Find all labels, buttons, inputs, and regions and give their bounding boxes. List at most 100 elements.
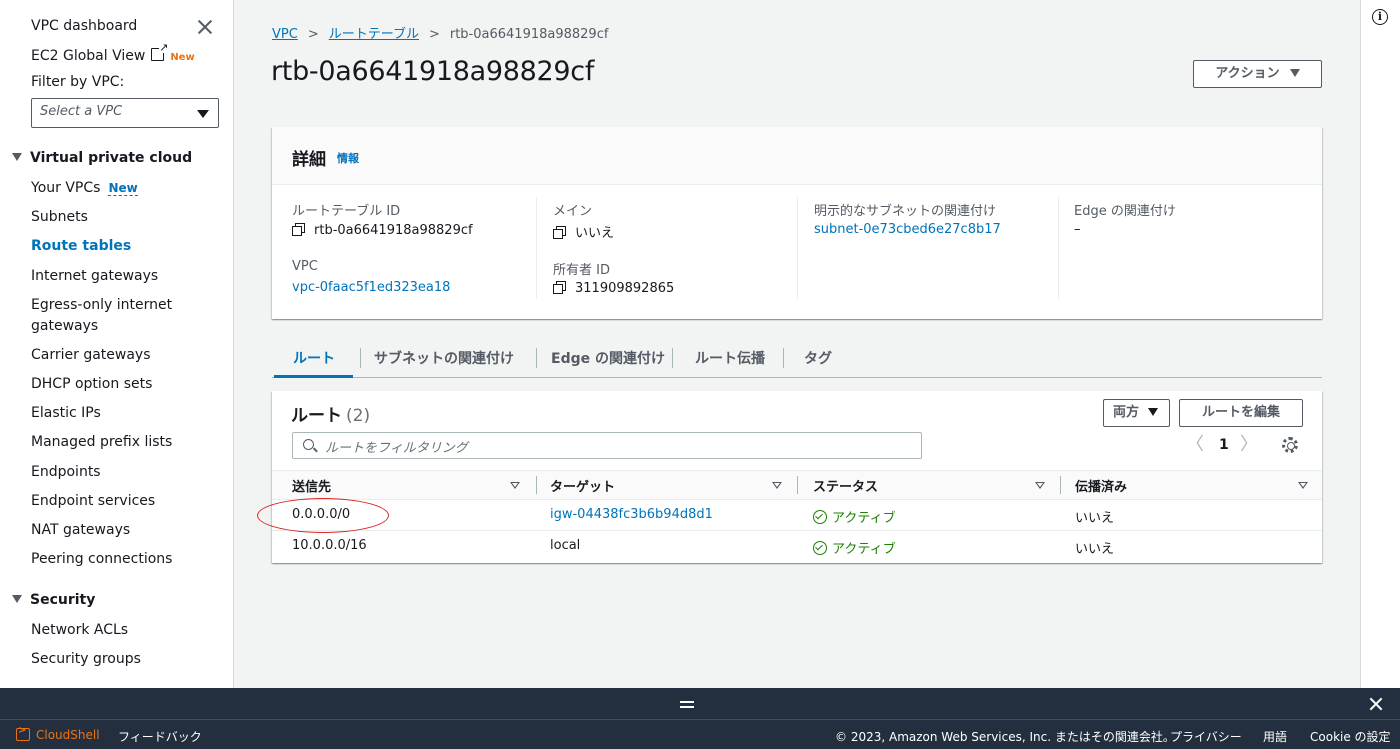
edge-association-label: Edge の関連付け (1074, 204, 1176, 219)
close-icon[interactable] (196, 18, 214, 36)
column-divider[interactable] (1060, 476, 1061, 494)
tab-route-propagation[interactable]: ルート伝播 (695, 348, 765, 368)
column-divider[interactable] (797, 476, 798, 494)
breadcrumb-current: rtb-0a6641918a98829cf (449, 27, 609, 42)
copy-icon[interactable] (553, 226, 566, 239)
info-link[interactable]: 情報 (337, 150, 359, 166)
caret-down-icon (197, 110, 209, 118)
copyright-text: © 2023, Amazon Web Services, Inc. またはその関… (835, 730, 1175, 744)
route-destination: 0.0.0.0/0 (292, 507, 351, 522)
drag-handle-icon[interactable] (680, 701, 694, 708)
route-target-link[interactable]: igw-04438fc3b6b94d8d1 (550, 507, 713, 522)
column-divider (1058, 197, 1059, 299)
column-header-target[interactable]: ターゲット (550, 476, 615, 495)
sidebar-item-vpc-dashboard[interactable]: VPC dashboard (31, 18, 137, 34)
subnet-association-label: 明示的なサブネットの関連付け (814, 204, 997, 219)
tab-edge-associations[interactable]: Edge の関連付け (551, 348, 665, 368)
chevron-right-icon: > (428, 27, 440, 42)
routes-count: (2) (346, 406, 371, 426)
terms-link[interactable]: 用語 (1263, 728, 1287, 745)
sidebar-item-ec2-global-view[interactable]: EC2 Global View New (31, 42, 195, 64)
owner-id-text: 311909892865 (575, 281, 675, 296)
sidebar-item-dhcp-option-sets[interactable]: DHCP option sets (31, 376, 152, 392)
table-header: 送信先 ターゲット ステータス 伝播済み (272, 470, 1322, 500)
close-icon[interactable] (1368, 696, 1384, 712)
vpc-link[interactable]: vpc-0faac5f1ed323ea18 (292, 280, 450, 295)
info-icon[interactable]: i (1372, 9, 1388, 25)
sidebar-item-nat-gateways[interactable]: NAT gateways (31, 522, 130, 538)
sidebar-item-peering-connections[interactable]: Peering connections (31, 551, 172, 567)
details-header: 詳細 情報 (272, 127, 1322, 185)
column-header-destination[interactable]: 送信先 (292, 476, 331, 495)
edge-association-value: – (1074, 222, 1081, 237)
table-row[interactable]: 0.0.0.0/0 igw-04438fc3b6b94d8d1 アクティブ いい… (272, 500, 1322, 531)
view-filter-label: 両方 (1113, 405, 1140, 420)
tab-routes[interactable]: ルート (293, 348, 335, 368)
edit-routes-button[interactable]: ルートを編集 (1179, 399, 1303, 427)
breadcrumb-vpc[interactable]: VPC (272, 27, 298, 42)
cloudshell-icon[interactable] (16, 725, 30, 741)
route-filter-input[interactable]: ルートをフィルタリング (292, 432, 922, 459)
column-divider (797, 197, 798, 299)
sidebar-item-security-groups[interactable]: Security groups (31, 651, 141, 667)
tab-subnet-associations[interactable]: サブネットの関連付け (374, 348, 514, 368)
copy-icon[interactable] (553, 281, 566, 294)
sidebar-item-internet-gateways[interactable]: Internet gateways (31, 268, 158, 284)
footer: CloudShell フィードバック © 2023, Amazon Web Se… (0, 719, 1400, 749)
actions-label: アクション (1215, 66, 1280, 81)
sidebar-item-managed-prefix-lists[interactable]: Managed prefix lists (31, 434, 172, 450)
tab-divider (360, 348, 361, 368)
pagination-page[interactable]: 1 (1219, 437, 1229, 453)
pagination-next-icon[interactable]: 〉 (1240, 436, 1258, 454)
sidebar-item-endpoint-services[interactable]: Endpoint services (31, 493, 155, 509)
cloudshell-link[interactable]: CloudShell (36, 728, 100, 742)
details-panel: 詳細 情報 ルートテーブル ID rtb-0a6641918a98829cf V… (272, 127, 1322, 319)
pagination-prev-icon[interactable]: 〈 (1186, 436, 1204, 454)
tab-bar: ルート サブネットの関連付け Edge の関連付け ルート伝播 タグ (272, 340, 1322, 378)
section-security[interactable]: Security (12, 592, 95, 608)
sort-icon[interactable] (1035, 482, 1045, 489)
privacy-link[interactable]: プライバシー (1170, 728, 1242, 745)
sidebar-item-elastic-ips[interactable]: Elastic IPs (31, 405, 101, 421)
sidebar-item-endpoints[interactable]: Endpoints (31, 464, 101, 480)
route-destination: 10.0.0.0/16 (292, 538, 367, 553)
route-propagated: いいえ (1075, 542, 1115, 557)
main-value: いいえ (553, 222, 614, 241)
table-row[interactable]: 10.0.0.0/16 local アクティブ いいえ (272, 531, 1322, 562)
tab-tags[interactable]: タグ (804, 348, 832, 368)
route-propagated: いいえ (1075, 511, 1115, 526)
column-header-propagated[interactable]: 伝播済み (1075, 476, 1127, 495)
cookie-settings-link[interactable]: Cookie の設定 (1310, 728, 1391, 745)
vpc-filter-select[interactable]: Select a VPC (31, 98, 219, 128)
gear-icon[interactable] (1282, 437, 1298, 453)
filter-by-vpc-label: Filter by VPC: (31, 74, 125, 90)
main-value-text: いいえ (575, 226, 615, 241)
feedback-link[interactable]: フィードバック (118, 728, 202, 745)
routes-title: ルート (291, 406, 342, 426)
copy-icon[interactable] (292, 223, 305, 236)
column-divider[interactable] (536, 476, 537, 494)
section-label: Security (30, 592, 96, 608)
details-title: 詳細 (292, 150, 326, 170)
sort-icon[interactable] (510, 482, 520, 489)
status-success-icon (813, 510, 827, 524)
sort-icon[interactable] (772, 482, 782, 489)
sort-icon[interactable] (1298, 482, 1308, 489)
sidebar-item-your-vpcs[interactable]: Your VPCs New (31, 180, 138, 196)
sidebar-item-network-acls[interactable]: Network ACLs (31, 622, 128, 638)
new-badge: New (170, 52, 195, 63)
subnet-link[interactable]: subnet-0e73cbed6e27c8b17 (814, 222, 1001, 237)
sidebar-item-route-tables[interactable]: Route tables (31, 238, 131, 254)
actions-button[interactable]: アクション (1193, 60, 1322, 88)
sidebar-item-carrier-gateways[interactable]: Carrier gateways (31, 347, 151, 363)
breadcrumb-route-tables[interactable]: ルートテーブル (329, 27, 419, 42)
routes-heading: ルート (2) (291, 401, 370, 426)
view-filter-dropdown[interactable]: 両方 (1103, 399, 1170, 427)
tab-divider (783, 348, 784, 368)
sidebar-item-subnets[interactable]: Subnets (31, 209, 88, 225)
column-header-status[interactable]: ステータス (813, 476, 878, 495)
sidebar-item-egress-only-igw[interactable]: Egress-only internet (31, 297, 172, 313)
owner-id-value: 311909892865 (553, 280, 674, 296)
section-virtual-private-cloud[interactable]: Virtual private cloud (12, 150, 192, 166)
sidebar-item-egress-only-igw-line2[interactable]: gateways (31, 318, 98, 334)
